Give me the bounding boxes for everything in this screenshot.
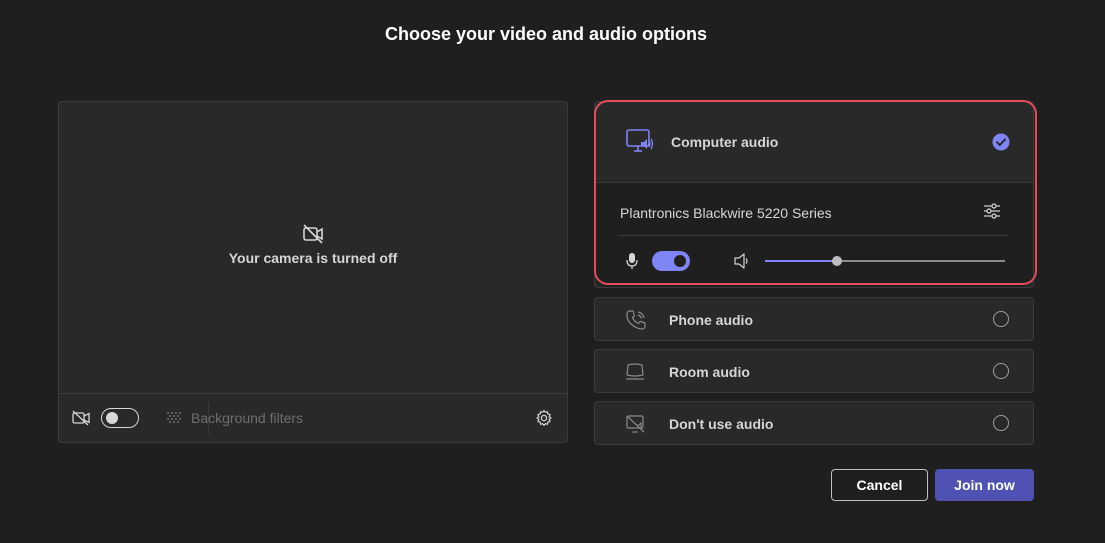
room-audio-icon [626,363,644,380]
cancel-button[interactable]: Cancel [831,469,928,501]
speaker-volume-slider[interactable] [765,256,1005,266]
option-label: Phone audio [669,312,753,328]
phone-icon [626,310,646,330]
slider-thumb[interactable] [832,256,842,266]
camera-toggle[interactable] [101,408,139,428]
microphone-toggle[interactable] [652,251,690,271]
no-audio-option[interactable]: Don't use audio [594,401,1034,445]
computer-audio-option[interactable]: Computer audio [595,102,1033,182]
computer-audio-panel: Computer audio Plantronics Blackwire 522… [594,101,1034,288]
join-now-button[interactable]: Join now [935,469,1034,501]
computer-audio-label: Computer audio [671,134,779,150]
camera-off-indicator: Your camera is turned off [59,224,567,266]
microphone-toggle-knob [674,255,686,267]
video-preview-panel: Your camera is turned off Background fil… [58,101,568,443]
settings-divider [619,235,1009,236]
background-filters-icon [167,412,181,423]
phone-audio-option[interactable]: Phone audio [594,297,1034,341]
computer-speaker-icon [626,129,654,152]
microphone-icon [626,253,638,269]
video-toolbar: Background filters [59,393,567,442]
device-settings-icon[interactable] [983,203,1001,219]
radio-button[interactable] [993,363,1009,379]
room-audio-option[interactable]: Room audio [594,349,1034,393]
option-label: Room audio [669,364,750,380]
camera-off-text: Your camera is turned off [228,250,398,266]
option-label: Don't use audio [669,416,774,432]
page-title: Choose your video and audio options [384,24,707,44]
camera-off-icon [72,410,90,426]
speaker-volume-icon [734,253,748,269]
gear-icon[interactable] [535,409,553,427]
selected-check-icon[interactable] [992,133,1010,151]
radio-button[interactable] [993,311,1009,327]
no-audio-icon [626,415,645,433]
camera-off-icon [303,224,323,244]
camera-toggle-knob [106,412,118,424]
background-filters-button[interactable]: Background filters [191,410,303,426]
slider-fill [765,260,837,262]
audio-device-name: Plantronics Blackwire 5220 Series [620,205,832,221]
computer-audio-settings: Plantronics Blackwire 5220 Series [595,182,1033,287]
radio-button[interactable] [993,415,1009,431]
